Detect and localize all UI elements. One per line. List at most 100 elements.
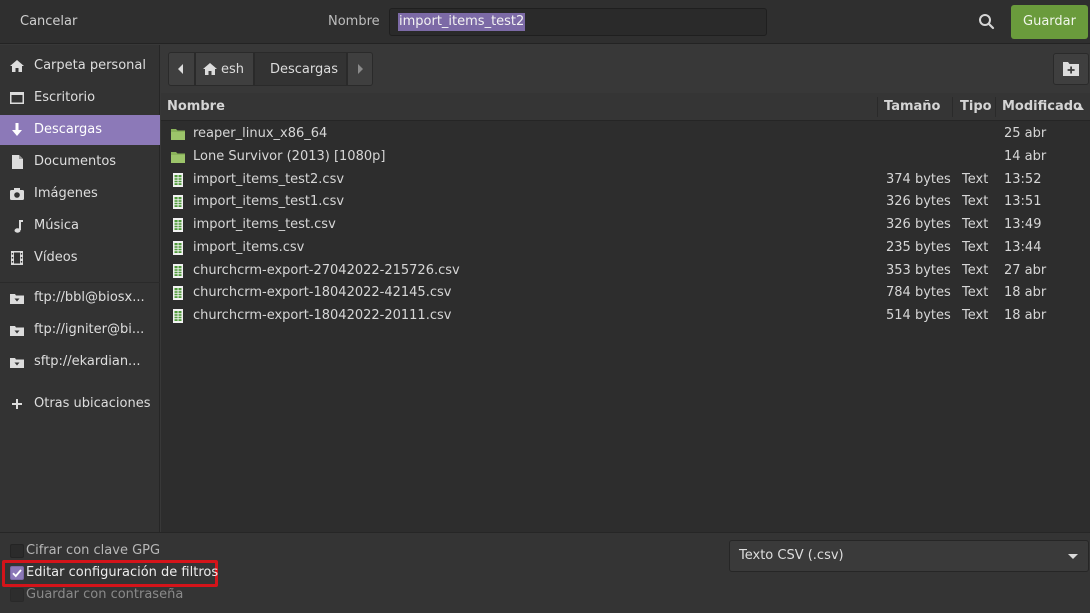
desktop-icon: [10, 92, 24, 104]
plus-icon: [12, 399, 22, 409]
sidebar-item-other-locations[interactable]: Otras ubicaciones: [0, 389, 160, 419]
cell-size: 374 bytes: [886, 171, 951, 187]
save-button[interactable]: Guardar: [1011, 5, 1088, 39]
cell-size: 784 bytes: [886, 285, 951, 301]
sidebar-item-label: Documentos: [34, 154, 117, 169]
column-divider: [995, 97, 996, 117]
column-divider: [877, 97, 878, 117]
path-back-button[interactable]: [168, 52, 195, 86]
column-size[interactable]: Tamaño: [884, 93, 940, 121]
column-name[interactable]: Nombre: [167, 93, 225, 121]
column-header: Nombre Tamaño Tipo Modificado: [161, 93, 1090, 121]
chevron-down-icon: [1068, 554, 1078, 559]
sort-ascending-icon: [1076, 105, 1084, 110]
cell-modified: 13:44: [1004, 239, 1042, 255]
sidebar-item-label: Descargas: [34, 122, 103, 137]
table-row[interactable]: import_items_test2.csv 374 bytes Text 13:52: [161, 169, 1090, 191]
spreadsheet-icon: [173, 309, 183, 323]
checkmark-icon: [12, 569, 22, 578]
cell-modified: 14 abr: [1004, 148, 1047, 164]
cell-size: 326 bytes: [886, 217, 951, 232]
file-name-input[interactable]: import_items_test2: [389, 8, 767, 36]
new-folder-icon: [1063, 62, 1079, 76]
options-area: Cifrar con clave GPG Editar configuració…: [0, 532, 1090, 613]
sidebar-item-videos[interactable]: Vídeos: [0, 243, 160, 273]
name-label: Nombre: [328, 14, 380, 29]
table-row[interactable]: churchcrm-export-18042022-20111.csv 514 b…: [161, 305, 1090, 327]
password-label: Guardar con contraseña: [26, 587, 184, 602]
table-row[interactable]: reaper_linux_x86_64 25 abr: [161, 123, 1090, 145]
sidebar-item-label: Otras ubicaciones: [34, 396, 151, 411]
cell-size: 235 bytes: [886, 239, 951, 255]
document-icon: [12, 155, 23, 169]
table-row[interactable]: import_items.csv 235 bytes Text 13:44: [161, 237, 1090, 259]
sidebar-item-label: ftp://bbl@biosx...: [34, 290, 145, 305]
sidebar-item-ftp-bbl[interactable]: ftp://bbl@biosx...: [0, 283, 160, 313]
music-icon: [14, 220, 23, 233]
table-row[interactable]: churchcrm-export-27042022-215726.csv 353 …: [161, 260, 1090, 282]
search-icon: [979, 14, 995, 30]
network-drive-icon: [10, 358, 24, 368]
table-row[interactable]: import_items_test.csv 326 bytes Text 13:49: [161, 214, 1090, 236]
path-segment-label: Descargas: [270, 62, 339, 77]
home-icon: [10, 60, 24, 72]
download-icon: [12, 123, 22, 136]
sidebar-item-pictures[interactable]: Imágenes: [0, 179, 160, 209]
column-divider: [952, 97, 953, 117]
cell-name: import_items_test1.csv: [193, 194, 345, 210]
table-row[interactable]: churchcrm-export-18042022-42145.csv 784 b…: [161, 282, 1090, 304]
cell-name: churchcrm-export-18042022-42145.csv: [193, 285, 452, 301]
filter-settings-checkbox[interactable]: [10, 566, 24, 580]
cell-type: Text: [962, 308, 989, 323]
sidebar-item-label: Imágenes: [34, 186, 98, 201]
sidebar-item-label: sftp://ekardian...: [34, 354, 141, 369]
sidebar-item-label: Carpeta personal: [34, 58, 146, 73]
network-drive-icon: [10, 326, 24, 336]
sidebar-item-label: Escritorio: [34, 90, 96, 105]
spreadsheet-icon: [173, 195, 183, 210]
password-checkbox[interactable]: [10, 588, 24, 602]
cell-modified: 13:52: [1004, 171, 1042, 187]
filter-settings-label: Editar configuración de filtros: [26, 565, 219, 580]
cell-modified: 25 abr: [1004, 126, 1047, 141]
table-row[interactable]: import_items_test1.csv 326 bytes Text 13:51: [161, 191, 1090, 213]
gpg-label: Cifrar con clave GPG: [26, 543, 161, 558]
cell-modified: 13:51: [1004, 194, 1042, 210]
table-row[interactable]: Lone Survivor (2013) [1080p] 14 abr: [161, 146, 1090, 168]
path-segment-home[interactable]: esh: [195, 52, 254, 86]
cell-modified: 18 abr: [1004, 285, 1047, 301]
cell-name: import_items_test.csv: [193, 217, 336, 232]
gpg-checkbox[interactable]: [10, 544, 24, 558]
film-icon: [11, 251, 23, 265]
chevron-right-icon: [358, 64, 363, 74]
chevron-left-icon: [178, 64, 183, 74]
path-segment-label: esh: [221, 62, 245, 77]
sidebar-item-ftp-igniter[interactable]: ftp://igniter@bi...: [0, 315, 160, 345]
cell-type: Text: [962, 171, 989, 187]
spreadsheet-icon: [173, 240, 183, 255]
column-modified[interactable]: Modificado: [1002, 93, 1082, 121]
cell-type: Text: [962, 239, 989, 255]
sidebar-item-documents[interactable]: Documentos: [0, 147, 160, 177]
cell-modified: 18 abr: [1004, 308, 1047, 323]
search-button[interactable]: [972, 8, 1002, 36]
sidebar-item-desktop[interactable]: Escritorio: [0, 83, 160, 113]
sidebar-item-downloads[interactable]: Descargas: [0, 115, 160, 145]
path-segment-current[interactable]: Descargas: [254, 52, 347, 86]
sidebar-item-home[interactable]: Carpeta personal: [0, 51, 160, 81]
header-bar: Cancelar Nombre import_items_test2 Guard…: [0, 0, 1090, 44]
cell-name: import_items.csv: [193, 239, 305, 255]
cell-type: Text: [962, 194, 989, 210]
path-forward-button[interactable]: [347, 52, 373, 86]
sidebar-item-sftp-ekardian[interactable]: sftp://ekardian...: [0, 347, 160, 377]
new-folder-button[interactable]: [1053, 53, 1089, 85]
column-type[interactable]: Tipo: [960, 93, 992, 121]
sidebar-item-music[interactable]: Música: [0, 211, 160, 241]
cell-name: Lone Survivor (2013) [1080p]: [193, 148, 386, 164]
cancel-button[interactable]: Cancelar: [8, 7, 89, 37]
sidebar-item-label: Música: [34, 218, 79, 233]
cell-size: 514 bytes: [886, 308, 951, 323]
spreadsheet-icon: [173, 286, 183, 301]
file-type-select[interactable]: Texto CSV (.csv): [729, 540, 1089, 572]
cell-type: Text: [962, 217, 989, 232]
